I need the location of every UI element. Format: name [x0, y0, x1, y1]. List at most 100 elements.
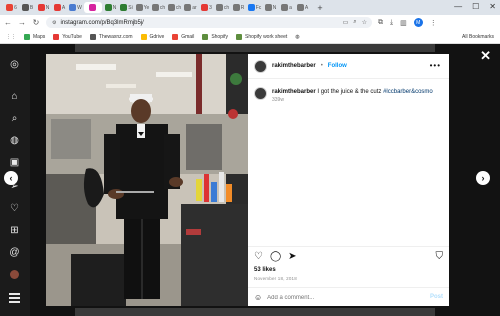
browser-tab[interactable]: Fc — [247, 2, 262, 13]
tab-favicon-icon — [69, 4, 77, 11]
create-icon[interactable]: ⊞ — [9, 225, 20, 236]
close-window-icon[interactable]: ✕ — [489, 2, 496, 11]
browser-tab[interactable]: W — [68, 2, 83, 13]
tab-label: Fc — [255, 4, 262, 11]
caption-hashtag[interactable]: #lccbarber — [383, 89, 411, 95]
browser-tab[interactable]: A — [295, 2, 310, 13]
reload-icon[interactable]: ↻ — [32, 18, 40, 27]
comment-icon[interactable]: ◯ — [270, 251, 281, 262]
browser-tab[interactable]: N — [36, 2, 51, 13]
more-menu-line — [9, 301, 20, 303]
site-info-icon[interactable]: ⚙ — [52, 20, 56, 26]
screen: 6 B N A W N Si Ye ch ch ar 3 ch R Fc Na A + — ☐ ✕ ← → ↻ ⚙… — [0, 0, 500, 316]
maximize-icon[interactable]: ☐ — [472, 2, 479, 11]
comment-input[interactable] — [267, 294, 418, 301]
like-count[interactable]: 53 likes — [254, 267, 276, 273]
post-actions: ♡ ◯ ➤ ⛉ 53 likes November 18, 2018 ☺ Pos… — [248, 246, 449, 306]
profile-avatar-nav[interactable] — [10, 270, 19, 279]
tab-label: W — [77, 4, 82, 11]
profile-avatar[interactable]: M — [413, 18, 423, 27]
previous-post-icon[interactable]: ‹ — [4, 171, 18, 185]
save-icon[interactable]: ⛉ — [436, 251, 444, 262]
bookmark-item[interactable]: Shopify work sheet — [236, 33, 287, 40]
install-icon[interactable]: ▭ — [343, 19, 349, 26]
bookmark-globe-icon[interactable]: ◍ — [295, 34, 299, 40]
tab-favicon-icon — [264, 4, 272, 11]
browser-tab[interactable]: ch — [215, 2, 230, 13]
browser-tab[interactable]: R — [231, 2, 246, 13]
post-photo[interactable] — [46, 54, 248, 306]
share-icon[interactable]: ➤ — [288, 251, 296, 262]
browser-tab[interactable]: Ye — [135, 2, 150, 13]
bookmark-star-icon[interactable]: ☆ — [362, 19, 367, 26]
bookmark-label: YouTube — [62, 33, 82, 40]
back-icon[interactable]: ← — [4, 18, 12, 27]
address-bar[interactable]: ⚙ instagram.com/p/Bq3lmRmjb5j/ ▭ ⌕ ☆ — [46, 17, 372, 28]
post-details-panel: rakimthebarber • Follow ••• rakimthebarb… — [248, 54, 449, 306]
close-modal-icon[interactable]: ✕ — [480, 48, 491, 64]
bookmark-label: Shopify — [211, 33, 228, 40]
caption-mention[interactable]: &cosmo — [411, 89, 433, 95]
instagram-logo-icon[interactable]: ◎ — [9, 59, 20, 70]
browser-tab[interactable]: ch — [151, 2, 166, 13]
comment-box: ☺ Post — [248, 287, 449, 307]
post-caption: rakimthebarber I got the juice & the cut… — [254, 87, 444, 103]
browser-tab[interactable]: A — [52, 2, 67, 13]
author-avatar[interactable] — [254, 59, 267, 73]
caption-time: 339w — [272, 97, 284, 103]
browser-tab[interactable]: a — [279, 2, 294, 13]
forward-icon[interactable]: → — [18, 18, 26, 27]
tab-label: N — [45, 4, 50, 11]
all-bookmarks[interactable]: All Bookmarks — [462, 34, 494, 40]
bookmark-item[interactable]: YouTube — [53, 33, 82, 40]
bookmark-favicon-icon — [172, 33, 179, 40]
download-icon[interactable]: ⤓ — [390, 19, 393, 27]
bookmark-favicon-icon — [89, 33, 96, 40]
browser-tab[interactable]: 6 — [4, 2, 19, 13]
next-post-icon[interactable]: › — [476, 171, 490, 185]
tab-label: ar — [192, 4, 197, 11]
reels-icon[interactable]: ▣ — [9, 157, 20, 168]
browser-tab[interactable]: ch — [167, 2, 182, 13]
search-icon[interactable]: ⌕ — [9, 113, 20, 124]
emoji-icon[interactable]: ☺ — [254, 293, 262, 302]
menu-icon[interactable]: ⋮ — [430, 19, 437, 27]
tab-favicon-icon — [151, 4, 159, 11]
caption-avatar[interactable] — [254, 87, 267, 100]
apps-icon[interactable]: ⋮⋮ — [6, 34, 16, 40]
threads-icon[interactable]: @ — [9, 247, 20, 258]
bookmark-favicon-icon — [202, 33, 209, 40]
explore-icon[interactable]: ◍ — [9, 135, 20, 146]
browser-tab[interactable]: 3 — [199, 2, 214, 13]
more-options-icon[interactable]: ••• — [430, 61, 441, 70]
url-text: instagram.com/p/Bq3lmRmjb5j/ — [60, 19, 144, 26]
post-comment-button[interactable]: Post — [430, 294, 443, 300]
browser-tab[interactable]: ar — [183, 2, 198, 13]
bookmark-item[interactable]: Gdrive — [140, 33, 164, 40]
home-icon[interactable]: ⌂ — [9, 91, 20, 102]
minimize-icon[interactable]: — — [454, 2, 462, 11]
browser-tab[interactable]: B — [20, 2, 35, 13]
browser-tab[interactable]: N — [103, 2, 118, 13]
author-username[interactable]: rakimthebarber — [272, 63, 316, 69]
extensions-icon[interactable]: ⧉ — [378, 19, 383, 27]
like-icon[interactable]: ♡ — [254, 251, 263, 262]
browser-tab[interactable]: N — [263, 2, 278, 13]
bookmark-item[interactable]: Maps — [24, 33, 45, 40]
bookmark-item[interactable]: Gmail — [172, 33, 194, 40]
sidepanel-icon[interactable]: ▥ — [400, 19, 407, 27]
bookmark-item[interactable]: Shopify — [202, 33, 228, 40]
bookmark-favicon-icon — [24, 33, 30, 40]
browser-tab[interactable] — [84, 2, 102, 13]
new-tab-button[interactable]: + — [315, 3, 325, 13]
tab-favicon-icon — [89, 4, 96, 11]
zoom-icon[interactable]: ⌕ — [353, 19, 356, 26]
backdrop-grid — [75, 44, 435, 52]
follow-button[interactable]: Follow — [328, 63, 347, 69]
tab-favicon-icon — [120, 4, 128, 11]
bookmark-item[interactable]: Thewaxnz.com — [89, 33, 133, 40]
browser-tab[interactable]: Si — [119, 2, 134, 13]
caption-username[interactable]: rakimthebarber — [272, 89, 316, 95]
more-menu-icon[interactable] — [9, 293, 20, 295]
notifications-icon[interactable]: ♡ — [9, 203, 20, 214]
